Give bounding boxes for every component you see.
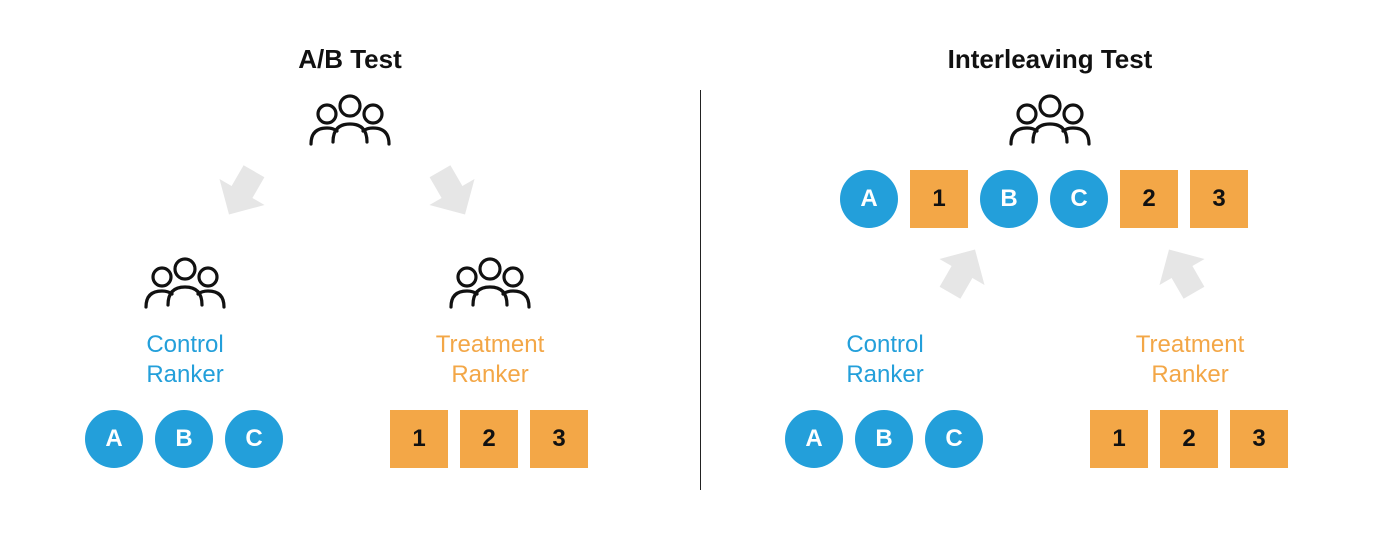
people-icon [445, 255, 535, 315]
arrow-up-right-icon [1138, 228, 1225, 315]
treatment-ranker-label: Treatment Ranker [1110, 330, 1270, 390]
treatment-ranker-label: Treatment Ranker [410, 330, 570, 390]
label-line: Ranker [1151, 361, 1228, 388]
label-line: Control [146, 331, 223, 358]
treatment-items: 1 2 3 [1090, 410, 1288, 468]
control-ranker-label: Control Ranker [810, 330, 960, 390]
result-square: 3 [1190, 170, 1248, 228]
result-circle: C [225, 410, 283, 468]
label-line: Control [846, 331, 923, 358]
people-icon [305, 92, 395, 152]
label-line: Ranker [846, 361, 923, 388]
result-square: 2 [1160, 410, 1218, 468]
result-square: 1 [910, 170, 968, 228]
result-square: 3 [530, 410, 588, 468]
result-square: 2 [1120, 170, 1178, 228]
ab-test-title: A/B Test [250, 44, 450, 75]
arrow-down-left-icon [198, 148, 285, 235]
treatment-items: 1 2 3 [390, 410, 588, 468]
label-line: Ranker [451, 361, 528, 388]
result-circle: C [1050, 170, 1108, 228]
result-circle: B [155, 410, 213, 468]
interleaved-items: A 1 B C 2 3 [840, 170, 1248, 228]
vertical-divider [700, 90, 701, 490]
result-square: 3 [1230, 410, 1288, 468]
result-square: 1 [390, 410, 448, 468]
arrow-up-left-icon [918, 228, 1005, 315]
diagram-root: A/B Test Control Ranker Treatment Ranker… [0, 0, 1400, 551]
control-items: A B C [785, 410, 983, 468]
label-line: Treatment [436, 331, 544, 358]
result-square: 1 [1090, 410, 1148, 468]
result-circle: A [840, 170, 898, 228]
result-circle: B [980, 170, 1038, 228]
people-icon [140, 255, 230, 315]
result-square: 2 [460, 410, 518, 468]
interleaving-title: Interleaving Test [910, 44, 1190, 75]
arrow-down-right-icon [408, 148, 495, 235]
label-line: Treatment [1136, 331, 1244, 358]
people-icon [1005, 92, 1095, 152]
control-ranker-label: Control Ranker [110, 330, 260, 390]
result-circle: B [855, 410, 913, 468]
result-circle: A [785, 410, 843, 468]
control-items: A B C [85, 410, 283, 468]
label-line: Ranker [146, 361, 223, 388]
result-circle: A [85, 410, 143, 468]
result-circle: C [925, 410, 983, 468]
